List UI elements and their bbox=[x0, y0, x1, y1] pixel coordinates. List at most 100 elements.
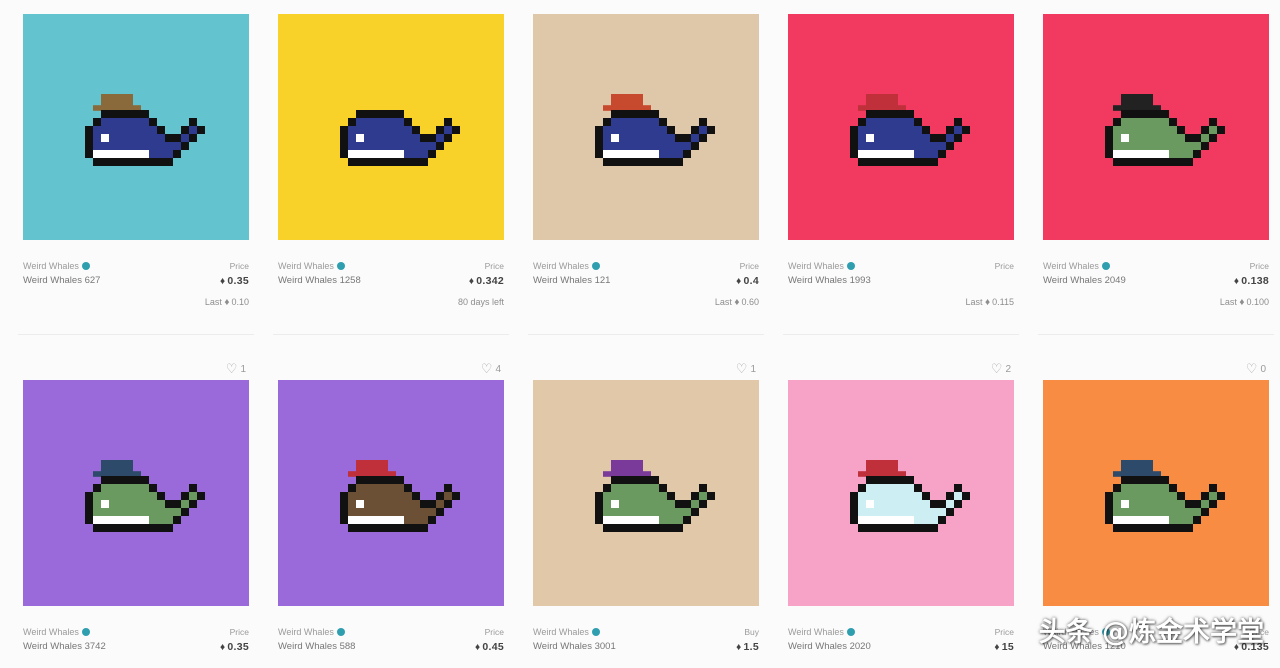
item-name[interactable]: Weird Whales 627 bbox=[23, 275, 100, 286]
like-count: 2 bbox=[1005, 363, 1011, 375]
collection-label: Weird Whales bbox=[788, 260, 844, 271]
collection-label: Weird Whales bbox=[278, 626, 334, 637]
item-name[interactable]: Weird Whales 588 bbox=[278, 641, 355, 652]
whale-pixel-art-icon bbox=[340, 452, 460, 537]
price-value: ♦ 0.342 bbox=[469, 275, 504, 287]
price-label: Buy bbox=[744, 626, 759, 637]
whale-pixel-art-icon bbox=[85, 452, 205, 537]
nft-image[interactable] bbox=[1043, 14, 1269, 240]
verified-badge-icon bbox=[1101, 261, 1110, 270]
nft-image[interactable] bbox=[278, 14, 504, 240]
eth-icon: ♦ bbox=[736, 275, 742, 287]
collection-name[interactable]: Weird Whales bbox=[533, 627, 600, 637]
last-label: Last bbox=[965, 297, 983, 307]
favorite-button[interactable]: ♡ 2 bbox=[991, 361, 1011, 377]
nft-image[interactable] bbox=[23, 14, 249, 240]
eth-icon: ♦ bbox=[219, 641, 226, 653]
price-value: ♦ 0.35 bbox=[220, 641, 249, 653]
price-value: ♦ 0.138 bbox=[1234, 275, 1269, 287]
whale-pixel-art-icon bbox=[850, 452, 970, 537]
nft-image[interactable] bbox=[788, 14, 1014, 240]
card-divider bbox=[783, 334, 1019, 335]
eth-icon: ♦ bbox=[219, 275, 226, 287]
item-name[interactable]: Weird Whales 3742 bbox=[23, 641, 106, 652]
item-name[interactable]: Weird Whales 1993 bbox=[788, 275, 871, 286]
collection-name[interactable]: Weird Whales bbox=[1043, 261, 1110, 271]
verified-badge-icon bbox=[846, 261, 855, 270]
nft-image[interactable] bbox=[1043, 380, 1269, 606]
price-label: Price bbox=[1249, 260, 1269, 271]
collection-name[interactable]: Weird Whales bbox=[788, 627, 855, 637]
verified-badge-icon bbox=[81, 627, 90, 636]
price-amount: 0.35 bbox=[227, 640, 249, 653]
collection-name[interactable]: Weird Whales bbox=[278, 261, 345, 271]
eth-icon: ♦ bbox=[1233, 275, 1240, 287]
price-value: ♦ 1.5 bbox=[736, 641, 759, 653]
verified-badge-icon bbox=[81, 261, 90, 270]
heart-icon: ♡ bbox=[1245, 361, 1258, 376]
price-amount: 0.4 bbox=[743, 274, 759, 287]
last-amount: 0.60 bbox=[741, 297, 759, 307]
whale-pixel-art-icon bbox=[1105, 452, 1225, 537]
collection-label: Weird Whales bbox=[23, 626, 79, 637]
item-name[interactable]: Weird Whales 1258 bbox=[278, 275, 361, 286]
favorite-button[interactable]: ♡ 1 bbox=[226, 361, 246, 377]
heart-icon: ♡ bbox=[990, 361, 1003, 376]
nft-image[interactable] bbox=[278, 380, 504, 606]
collection-name[interactable]: Weird Whales bbox=[788, 261, 855, 271]
price-value: ♦ 15 bbox=[994, 641, 1014, 653]
verified-badge-icon bbox=[846, 627, 855, 636]
price-amount: 0.45 bbox=[482, 640, 504, 653]
favorite-button[interactable]: ♡ 4 bbox=[481, 361, 501, 377]
whale-pixel-art-icon bbox=[595, 86, 715, 171]
eth-icon: ♦ bbox=[994, 641, 1000, 653]
price-amount: 0.35 bbox=[227, 274, 249, 287]
like-count: 0 bbox=[1260, 363, 1266, 375]
verified-badge-icon bbox=[591, 627, 600, 636]
watermark: 头条 @炼金术学堂 bbox=[1038, 617, 1264, 648]
whale-pixel-art-icon bbox=[595, 452, 715, 537]
eth-icon: ♦ bbox=[224, 297, 230, 308]
price-label: Price bbox=[994, 626, 1014, 637]
like-count: 1 bbox=[240, 363, 246, 375]
nft-image[interactable] bbox=[533, 14, 759, 240]
collection-name[interactable]: Weird Whales bbox=[533, 261, 600, 271]
price-value: ♦ 0.35 bbox=[220, 275, 249, 287]
card-divider bbox=[528, 334, 764, 335]
verified-badge-icon bbox=[591, 261, 600, 270]
time-left: 80 days left bbox=[457, 297, 504, 307]
last-label: Last bbox=[714, 297, 732, 307]
verified-badge-icon bbox=[336, 627, 345, 636]
eth-icon: ♦ bbox=[736, 641, 742, 653]
last-sale: Last ♦ 0.115 bbox=[788, 297, 1015, 308]
last-amount: 0.100 bbox=[1246, 297, 1269, 307]
nft-image[interactable] bbox=[23, 380, 249, 606]
item-name[interactable]: Weird Whales 3001 bbox=[533, 641, 616, 652]
card-divider bbox=[18, 334, 254, 335]
item-name[interactable]: Weird Whales 2049 bbox=[1043, 275, 1126, 286]
price-amount: 15 bbox=[1001, 640, 1014, 653]
collection-name[interactable]: Weird Whales bbox=[23, 627, 90, 637]
price-label: Price bbox=[229, 626, 249, 637]
last-label: Last bbox=[204, 297, 222, 307]
item-name[interactable]: Weird Whales 121 bbox=[533, 275, 610, 286]
last-sale: Last ♦ 0.10 bbox=[23, 297, 249, 308]
collection-label: Weird Whales bbox=[23, 260, 79, 271]
collection-label: Weird Whales bbox=[533, 260, 589, 271]
price-amount: 1.5 bbox=[743, 640, 759, 653]
last-amount: 0.115 bbox=[992, 297, 1014, 307]
price-label: Price bbox=[994, 260, 1014, 271]
price-label: Price bbox=[484, 626, 504, 637]
collection-name[interactable]: Weird Whales bbox=[278, 627, 345, 637]
collection-name[interactable]: Weird Whales bbox=[23, 261, 90, 271]
favorite-button[interactable]: ♡ 0 bbox=[1246, 361, 1266, 377]
price-amount: 0.342 bbox=[476, 274, 504, 287]
heart-icon: ♡ bbox=[480, 361, 493, 376]
item-name[interactable]: Weird Whales 2020 bbox=[788, 641, 871, 652]
favorite-button[interactable]: ♡ 1 bbox=[736, 361, 756, 377]
nft-image[interactable] bbox=[788, 380, 1014, 606]
nft-image[interactable] bbox=[533, 380, 759, 606]
last-sale: Last ♦ 0.100 bbox=[1043, 297, 1269, 308]
price-label: Price bbox=[484, 260, 504, 271]
last-amount: 0.10 bbox=[231, 297, 249, 307]
